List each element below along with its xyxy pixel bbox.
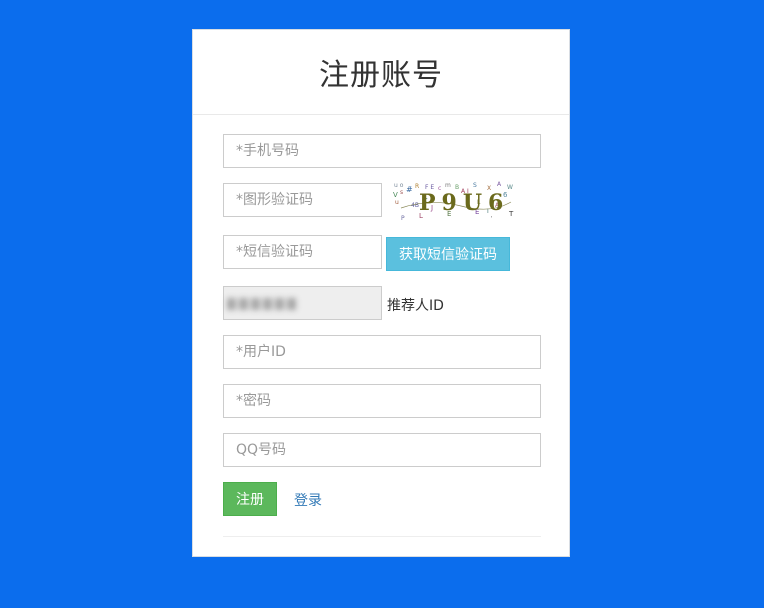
svg-text:P: P: [401, 215, 405, 222]
phone-input[interactable]: [223, 134, 541, 168]
captcha-image[interactable]: u o V s # R F E c m B A I S X A W u 4B K…: [391, 180, 523, 222]
get-sms-code-button[interactable]: 获取短信验证码: [386, 237, 510, 271]
svg-text:A: A: [497, 181, 502, 188]
svg-text:4B: 4B: [411, 202, 419, 209]
password-input[interactable]: [223, 384, 541, 418]
login-link[interactable]: 登录: [294, 490, 322, 510]
svg-text:u: u: [395, 199, 399, 206]
user-id-input[interactable]: [223, 335, 541, 369]
svg-text:R: R: [415, 183, 419, 190]
sms-code-input[interactable]: [223, 235, 382, 269]
register-card: 注册账号 u o V s # R F E c m B A I S X A W u…: [192, 29, 570, 557]
referrer-id-input: [223, 286, 382, 320]
referrer-id-label: 推荐人ID: [387, 298, 444, 314]
register-button[interactable]: 注册: [223, 482, 277, 516]
svg-text:m: m: [445, 182, 451, 189]
svg-text:s: s: [400, 189, 403, 196]
captcha-input[interactable]: [223, 183, 382, 217]
svg-text:S: S: [473, 182, 477, 189]
svg-text:V: V: [393, 191, 398, 199]
page-title: 注册账号: [319, 58, 443, 93]
svg-text:u o: u o: [394, 182, 404, 189]
captcha-text: P9U6: [419, 190, 509, 216]
card-header: 注册账号: [193, 30, 569, 115]
qq-number-input[interactable]: [223, 433, 541, 467]
svg-text:': ': [491, 216, 492, 222]
svg-text:#: #: [406, 185, 413, 194]
footer-divider: [223, 536, 541, 537]
